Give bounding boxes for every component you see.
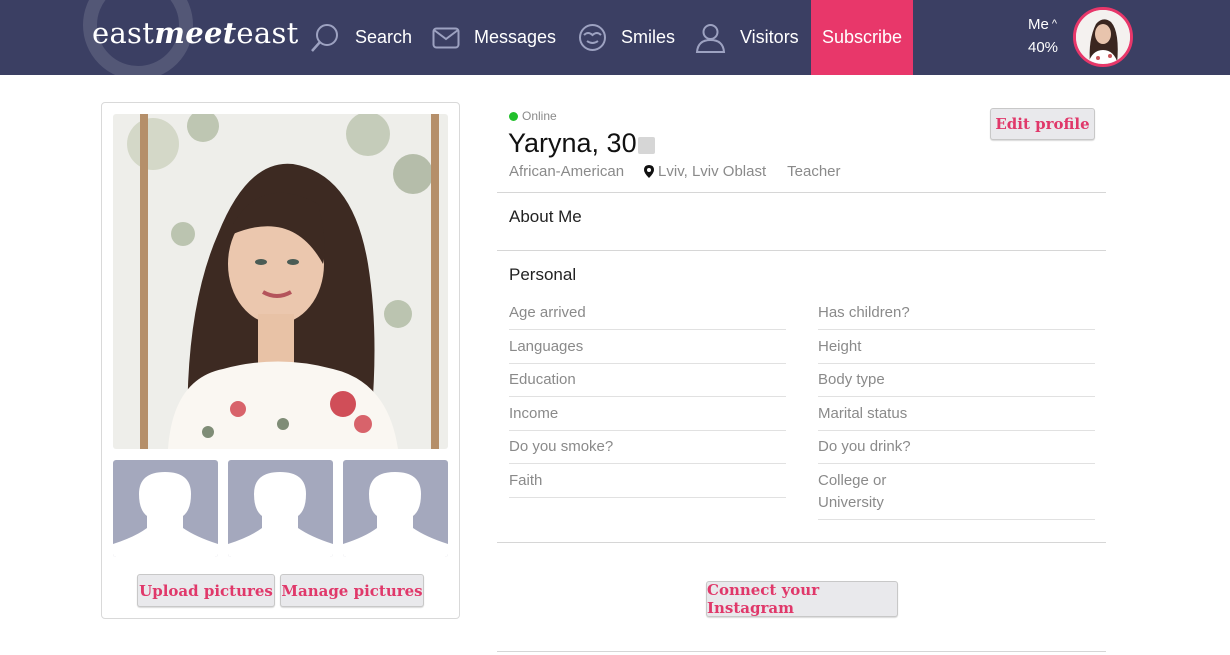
nav-search[interactable]: Search	[309, 0, 412, 75]
divider	[497, 651, 1106, 652]
avatar-photo	[1076, 10, 1130, 64]
field-marital-status[interactable]: Marital status	[818, 403, 1095, 431]
main-profile-photo[interactable]	[113, 114, 448, 449]
photo-placeholder[interactable]	[113, 460, 218, 557]
silhouette-icon	[343, 472, 448, 557]
profile-completion: 40%	[1028, 39, 1059, 56]
connect-instagram-button[interactable]: Connect your Instagram	[706, 581, 898, 617]
profile-location-label: Lviv, Lviv Oblast	[658, 163, 767, 180]
smile-icon	[579, 24, 606, 51]
me-menu[interactable]: Me ^ 40%	[1028, 13, 1058, 59]
field-height[interactable]: Height	[818, 336, 1095, 364]
field-college[interactable]: College or University	[818, 470, 1095, 520]
facebook-icon[interactable]	[638, 137, 655, 154]
nav-messages-label: Messages	[474, 27, 557, 47]
divider	[497, 542, 1106, 543]
divider	[497, 192, 1106, 193]
nav-visitors-label: Visitors	[740, 27, 799, 47]
silhouette-icon	[228, 472, 333, 557]
field-languages[interactable]: Languages	[509, 336, 786, 364]
map-pin-icon	[644, 165, 655, 178]
subscribe-button[interactable]: Subscribe	[811, 0, 913, 75]
nav-smiles-label: Smiles	[621, 27, 676, 47]
field-drink[interactable]: Do you drink?	[818, 436, 1095, 464]
photo-placeholder[interactable]	[228, 460, 333, 557]
field-has-children[interactable]: Has children?	[818, 302, 1095, 330]
online-status-label: Online	[522, 109, 557, 123]
envelope-icon	[432, 27, 460, 48]
upload-pictures-button[interactable]: Upload pictures	[137, 574, 275, 607]
field-smoke[interactable]: Do you smoke?	[509, 436, 786, 464]
profile-name: Yaryna, 30	[508, 128, 637, 158]
field-education[interactable]: Education	[509, 369, 786, 397]
silhouette-icon	[113, 472, 218, 557]
field-body-type[interactable]: Body type	[818, 369, 1095, 397]
field-income[interactable]: Income	[509, 403, 786, 431]
caret-up-icon: ^	[1051, 18, 1058, 30]
top-navigation-bar: eastmeeteast Search Messages Smiles Visi…	[0, 0, 1230, 80]
me-label: Me	[1028, 16, 1049, 33]
nav-visitors[interactable]: Visitors	[695, 0, 799, 75]
profile-photo-image	[113, 114, 448, 449]
profile-occupation: Teacher	[787, 163, 841, 180]
divider	[497, 250, 1106, 251]
edit-profile-button[interactable]: Edit profile	[990, 108, 1095, 140]
online-dot-icon	[509, 111, 518, 121]
online-status: Online	[509, 109, 557, 123]
nav-messages[interactable]: Messages	[432, 0, 556, 75]
photo-card: Upload pictures Manage pictures	[101, 102, 460, 619]
manage-pictures-button[interactable]: Manage pictures	[280, 574, 424, 607]
field-age-arrived[interactable]: Age arrived	[509, 302, 786, 330]
search-icon	[311, 23, 338, 52]
personal-heading: Personal	[509, 265, 577, 284]
field-college-label: College or University	[818, 472, 887, 511]
profile-ethnicity: African-American	[509, 163, 625, 180]
profile-location: Lviv, Lviv Oblast	[644, 163, 766, 180]
nav-smiles[interactable]: Smiles	[578, 0, 675, 75]
about-me-heading: About Me	[509, 207, 582, 226]
user-icon	[695, 24, 726, 53]
photo-placeholder[interactable]	[343, 460, 448, 557]
profile-summary: African-American Lviv, Lviv Oblast Teach…	[509, 163, 841, 180]
avatar[interactable]	[1073, 7, 1133, 67]
nav-search-label: Search	[355, 27, 413, 47]
field-faith[interactable]: Faith	[509, 470, 786, 498]
site-logo[interactable]: eastmeeteast	[92, 16, 299, 50]
